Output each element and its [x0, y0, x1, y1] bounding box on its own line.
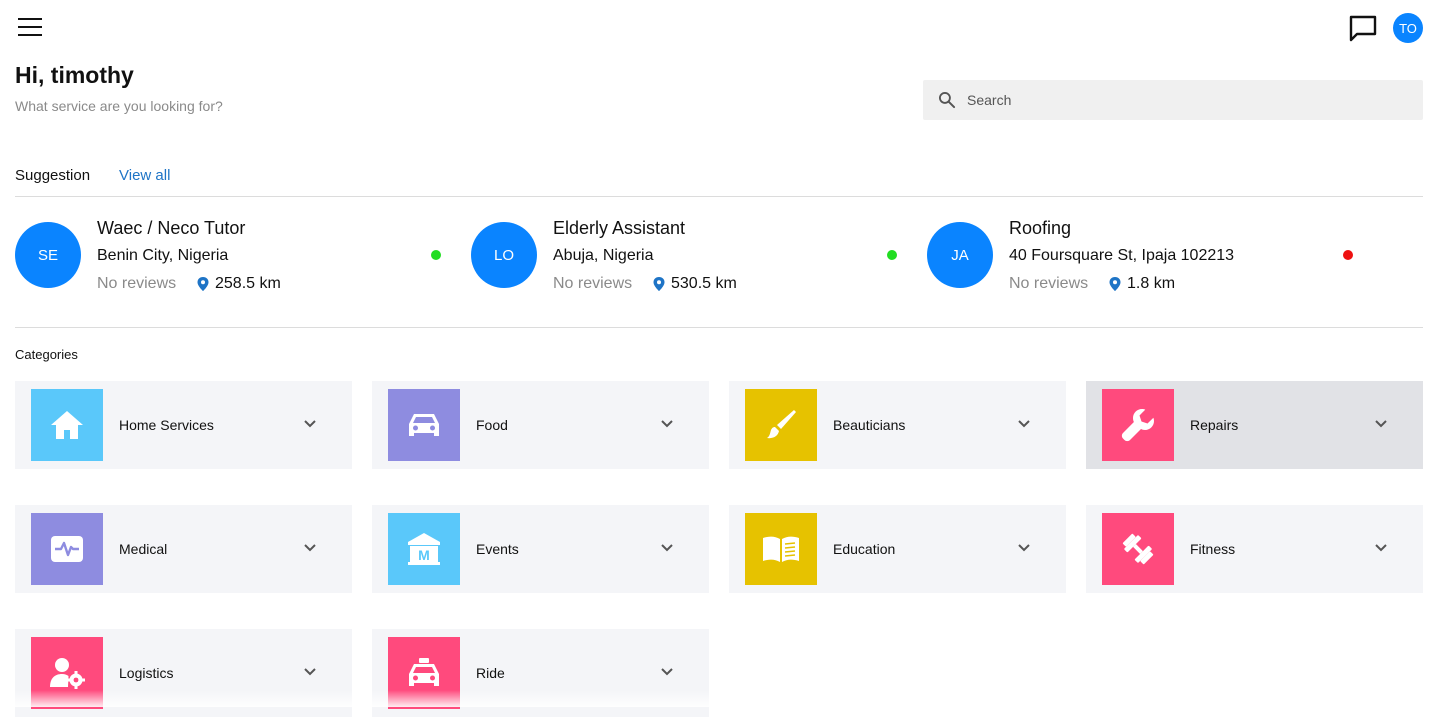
suggestion-reviews: No reviews	[1009, 275, 1089, 292]
search-bar[interactable]	[923, 80, 1423, 120]
suggestion-reviews: No reviews	[553, 275, 633, 292]
car-icon	[388, 389, 460, 461]
search-input[interactable]	[965, 91, 1389, 109]
paintbrush-icon	[745, 389, 817, 461]
chevron-down-icon[interactable]	[1374, 419, 1388, 429]
svg-text:M: M	[418, 547, 430, 563]
category-label: Beauticians	[833, 417, 906, 433]
suggestion-title: Elderly Assistant	[553, 218, 686, 238]
chevron-down-icon[interactable]	[303, 543, 317, 553]
chevron-down-icon[interactable]	[303, 419, 317, 429]
category-label: Ride	[476, 665, 505, 681]
chevron-down-icon[interactable]	[660, 419, 674, 429]
distance-value: 530.5 km	[671, 275, 737, 292]
suggestion-distance: 1.8 km	[1109, 275, 1175, 293]
suggestion-reviews: No reviews	[97, 275, 177, 292]
category-label: Medical	[119, 541, 168, 557]
taxi-icon	[388, 637, 460, 709]
suggestion-location: Benin City, Nigeria	[97, 247, 229, 264]
chevron-down-icon[interactable]	[1017, 543, 1031, 553]
categories-heading: Categories	[15, 347, 78, 362]
category-label: Events	[476, 541, 519, 557]
chat-bubble-icon[interactable]	[1348, 14, 1378, 42]
location-pin-icon	[1109, 277, 1121, 291]
view-all-link[interactable]: View all	[119, 167, 170, 184]
provider-avatar: SE	[15, 222, 81, 288]
distance-value: 258.5 km	[215, 275, 281, 292]
chevron-down-icon[interactable]	[303, 667, 317, 677]
status-dot	[431, 250, 441, 260]
divider	[15, 196, 1423, 197]
search-icon	[939, 92, 956, 109]
category-label: Repairs	[1190, 417, 1239, 433]
category-logistics[interactable]: Logistics	[15, 629, 352, 717]
wrench-icon	[1102, 389, 1174, 461]
category-repairs[interactable]: Repairs	[1086, 381, 1423, 469]
chevron-down-icon[interactable]	[660, 543, 674, 553]
hamburger-menu-icon[interactable]	[18, 18, 42, 38]
heartbeat-monitor-icon	[31, 513, 103, 585]
building-m-icon: M	[388, 513, 460, 585]
category-home-services[interactable]: Home Services	[15, 381, 352, 469]
suggestion-card[interactable]: LO Elderly Assistant Abuja, Nigeria No r…	[471, 216, 907, 306]
provider-avatar: JA	[927, 222, 993, 288]
category-beauticians[interactable]: Beauticians	[729, 381, 1066, 469]
suggestion-card[interactable]: JA Roofing 40 Foursquare St, Ipaja 10221…	[927, 216, 1363, 306]
category-education[interactable]: Education	[729, 505, 1066, 593]
dumbbell-icon	[1102, 513, 1174, 585]
greeting-subtitle: What service are you looking for?	[15, 98, 223, 114]
suggestion-title: Waec / Neco Tutor	[97, 218, 246, 238]
category-label: Home Services	[119, 417, 214, 433]
suggestion-card[interactable]: SE Waec / Neco Tutor Benin City, Nigeria…	[15, 216, 451, 306]
chevron-down-icon[interactable]	[1017, 419, 1031, 429]
suggestion-title: Roofing	[1009, 218, 1072, 238]
chevron-down-icon[interactable]	[1374, 543, 1388, 553]
suggestion-heading: Suggestion	[15, 167, 91, 184]
provider-avatar: LO	[471, 222, 537, 288]
suggestion-location: 40 Foursquare St, Ipaja 102213	[1009, 247, 1235, 264]
category-ride[interactable]: Ride	[372, 629, 709, 717]
location-pin-icon	[653, 277, 665, 291]
suggestion-distance: 530.5 km	[653, 275, 737, 293]
status-dot	[887, 250, 897, 260]
open-book-icon	[745, 513, 817, 585]
category-label: Fitness	[1190, 541, 1236, 557]
category-events[interactable]: M Events	[372, 505, 709, 593]
user-avatar[interactable]: TO	[1393, 13, 1423, 43]
category-food[interactable]: Food	[372, 381, 709, 469]
category-medical[interactable]: Medical	[15, 505, 352, 593]
home-icon	[31, 389, 103, 461]
top-bar: TO	[0, 0, 1431, 56]
category-fitness[interactable]: Fitness	[1086, 505, 1423, 593]
divider	[15, 327, 1423, 328]
category-label: Logistics	[119, 665, 174, 681]
category-label: Food	[476, 417, 508, 433]
chevron-down-icon[interactable]	[660, 667, 674, 677]
suggestion-location: Abuja, Nigeria	[553, 247, 654, 264]
greeting-title: Hi, timothy	[15, 62, 134, 88]
suggestion-distance: 258.5 km	[197, 275, 281, 293]
distance-value: 1.8 km	[1127, 275, 1176, 292]
user-gear-icon	[31, 637, 103, 709]
category-label: Education	[833, 541, 896, 557]
status-dot	[1343, 250, 1353, 260]
location-pin-icon	[197, 277, 209, 291]
